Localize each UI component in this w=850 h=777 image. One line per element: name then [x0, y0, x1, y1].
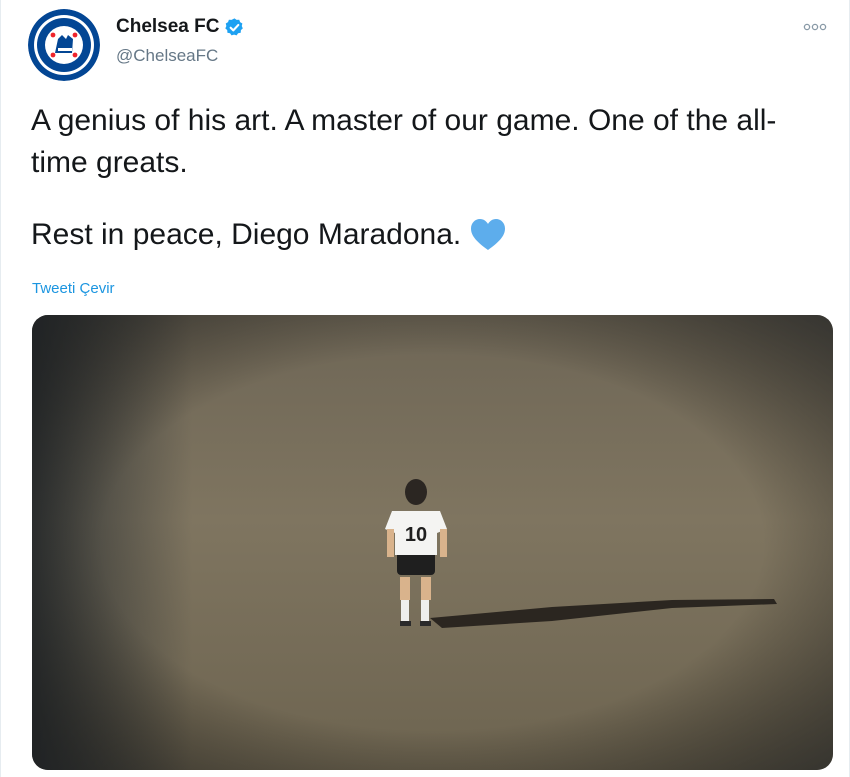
display-name[interactable]: Chelsea FC: [116, 16, 219, 38]
maradona-pitch-photo: 10: [32, 315, 833, 770]
display-name-row[interactable]: Chelsea FC: [116, 16, 245, 38]
chelsea-crest-logo: [28, 9, 100, 81]
tweet-text: A genius of his art. A master of our gam…: [31, 100, 821, 256]
tweet-paragraph-1: A genius of his art. A master of our gam…: [31, 104, 777, 179]
avatar[interactable]: [28, 9, 100, 81]
more-options-icon[interactable]: [803, 22, 827, 32]
tweet-paragraph-2-text: Rest in peace, Diego Maradona.: [31, 218, 462, 251]
verified-badge-icon: [225, 17, 244, 35]
user-handle[interactable]: @ChelseaFC: [116, 46, 218, 66]
blue-heart-icon: [471, 219, 506, 250]
tweet-paragraph-2: Rest in peace, Diego Maradona.: [31, 214, 821, 256]
tweet-media-image[interactable]: 10: [32, 315, 833, 770]
translate-tweet-link[interactable]: Tweeti Çevir: [32, 280, 115, 297]
player-number: 10: [405, 524, 427, 546]
tweet-card: Chelsea FC @ChelseaFC A genius of his ar…: [0, 0, 850, 777]
